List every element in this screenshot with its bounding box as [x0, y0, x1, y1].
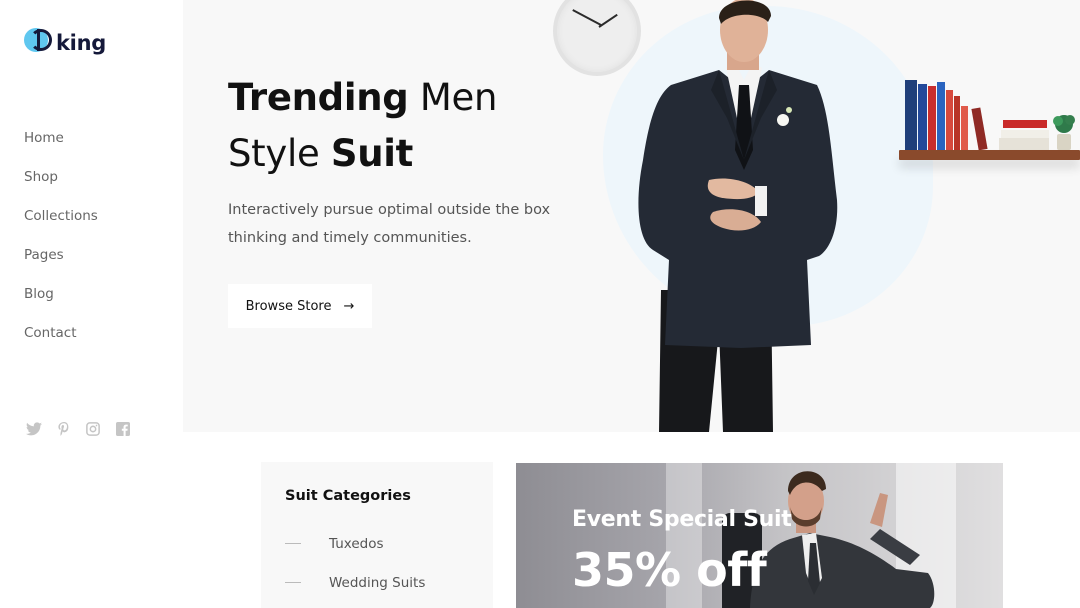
hero-title-bold-1: Trending	[228, 76, 409, 119]
promo-subtitle: Event Special Suit	[572, 507, 792, 532]
promo-banner[interactable]: Event Special Suit 35% off	[516, 463, 1003, 608]
nav-item-blog[interactable]: Blog	[24, 284, 98, 323]
promo-discount: 35% off	[572, 543, 767, 597]
suit-categories-title: Suit Categories	[285, 488, 411, 504]
arrow-right-icon: →	[343, 298, 355, 314]
hero-title: Trending Men Style Suit	[228, 70, 497, 182]
hero-section: Trending Men Style Suit Interactively pu…	[183, 0, 1080, 432]
nav-item-pages[interactable]: Pages	[24, 245, 98, 284]
category-item-tuxedos[interactable]: Tuxedos	[285, 524, 469, 563]
dash-icon	[285, 582, 301, 583]
social-links	[26, 422, 130, 436]
sidebar: king Home Shop Collections Pages Blog Co…	[0, 0, 183, 608]
nav-item-shop[interactable]: Shop	[24, 167, 98, 206]
facebook-icon[interactable]	[116, 422, 130, 436]
logo[interactable]: king	[24, 24, 106, 56]
logo-text: king	[56, 31, 106, 55]
logo-mark-icon	[24, 26, 52, 54]
hero-title-light-2: Style	[228, 132, 331, 175]
hero-title-light-1: Men	[408, 76, 498, 119]
suit-categories-card: Suit Categories Tuxedos Wedding Suits	[261, 462, 493, 608]
wall-clock-image	[553, 0, 641, 76]
model-suit-image	[638, 0, 838, 432]
pinterest-icon[interactable]	[58, 422, 70, 436]
potted-plant-image	[1053, 115, 1075, 150]
dash-icon	[285, 543, 301, 544]
nav-item-contact[interactable]: Contact	[24, 323, 98, 362]
twitter-icon[interactable]	[26, 422, 42, 436]
main-nav: Home Shop Collections Pages Blog Contact	[24, 128, 98, 362]
nav-item-home[interactable]: Home	[24, 128, 98, 167]
category-item-wedding-suits[interactable]: Wedding Suits	[285, 563, 469, 602]
instagram-icon[interactable]	[86, 422, 100, 436]
browse-store-button[interactable]: Browse Store →	[228, 284, 372, 328]
category-label: Tuxedos	[329, 535, 384, 552]
nav-item-collections[interactable]: Collections	[24, 206, 98, 245]
hero-title-bold-2: Suit	[330, 132, 414, 175]
wall-shelf	[899, 150, 1080, 160]
hero-description: Interactively pursue optimal outside the…	[228, 202, 551, 246]
page: king Home Shop Collections Pages Blog Co…	[0, 0, 1080, 608]
browse-store-label: Browse Store	[245, 298, 332, 314]
category-label: Wedding Suits	[329, 574, 426, 591]
